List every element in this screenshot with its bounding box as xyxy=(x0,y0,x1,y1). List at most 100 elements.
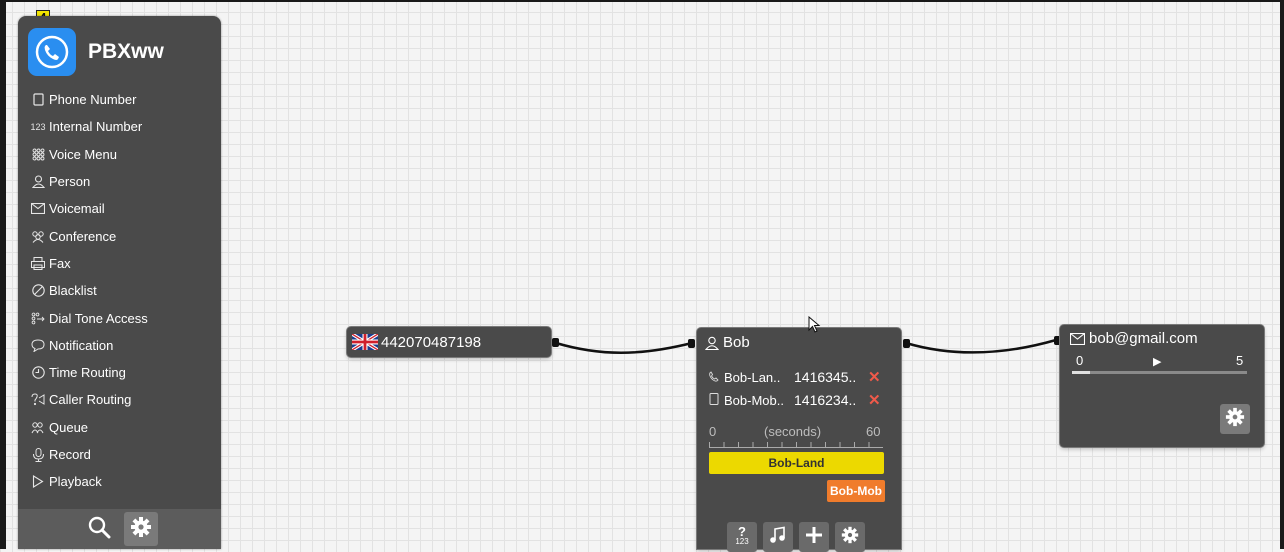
sidebar-item-notification[interactable]: Notification xyxy=(30,332,148,359)
mouse-cursor-icon xyxy=(808,315,822,339)
dial-tone-access-icon xyxy=(30,312,46,325)
ring-bar-bob-land[interactable]: Bob-Land xyxy=(709,452,884,474)
sidebar-item-label: Voicemail xyxy=(49,201,105,217)
sidebar-item-label: Person xyxy=(49,174,91,190)
sidebar-item-record[interactable]: Record xyxy=(30,441,148,468)
settings-button[interactable] xyxy=(123,512,158,546)
sidebar-item-internal-number[interactable]: 123 Internal Number xyxy=(30,113,148,140)
phone-number-icon xyxy=(30,93,46,106)
record-icon xyxy=(30,447,46,462)
uk-flag-icon xyxy=(351,332,379,352)
gear-icon xyxy=(1225,407,1245,432)
sidebar-item-caller-routing[interactable]: Caller Routing xyxy=(30,386,148,413)
sidebar-item-label: Notification xyxy=(49,337,114,353)
search-button[interactable] xyxy=(82,512,116,546)
person-node-toolbar: ? 123 xyxy=(727,522,865,552)
destination-number: 1416234.. xyxy=(794,392,857,408)
sidebar-item-playback[interactable]: Playback xyxy=(30,468,148,495)
voicemail-icon xyxy=(1070,332,1085,345)
play-icon[interactable]: ▶ xyxy=(1153,355,1161,368)
person-icon xyxy=(30,175,46,189)
conference-icon xyxy=(30,230,46,243)
person-node[interactable]: Bob Bob-Lan.. 1416345.. ✕ Bob-Mob.. 1416… xyxy=(697,328,901,552)
person-node-header: Bob xyxy=(705,334,750,351)
notification-icon xyxy=(30,339,46,352)
timeline-ruler xyxy=(709,442,883,448)
person-name: Bob xyxy=(723,334,750,351)
sidebar-item-label: Dial Tone Access xyxy=(49,310,148,326)
destination-number: 1416345.. xyxy=(794,369,857,385)
sidebar-item-label: Queue xyxy=(49,419,89,435)
person-node-input-port[interactable] xyxy=(688,339,695,348)
sidebar-item-blacklist[interactable]: Blacklist xyxy=(30,277,148,304)
voicemail-node-header: bob@gmail.com xyxy=(1070,330,1198,347)
destination-row: Bob-Mob.. 1416234.. ✕ xyxy=(709,391,881,409)
fax-icon xyxy=(30,256,46,270)
playback-progress[interactable] xyxy=(1072,371,1247,374)
sidebar-item-conference[interactable]: Conference xyxy=(30,222,148,249)
music-button[interactable] xyxy=(763,522,793,552)
sidebar-item-label: Playback xyxy=(49,474,102,490)
component-menu: Phone Number 123 Internal Number Voice M… xyxy=(30,86,148,495)
phone-number-value: 442070487198 xyxy=(381,333,482,351)
destination-row: Bob-Lan.. 1416345.. ✕ xyxy=(709,368,881,386)
voice-menu-icon xyxy=(30,148,46,161)
timeline-end: 60 xyxy=(866,424,881,439)
music-note-icon xyxy=(769,526,787,549)
timeline-unit: (seconds) xyxy=(764,424,822,439)
app-name: PBXww xyxy=(88,40,164,63)
phone-number-node[interactable]: 442070487198 xyxy=(347,327,551,357)
brand: PBXww xyxy=(28,28,164,76)
sidebar-item-voice-menu[interactable]: Voice Menu xyxy=(30,141,148,168)
component-sidebar: PBXww Phone Number 123 Internal Number V… xyxy=(18,16,221,549)
mobile-icon xyxy=(709,392,719,408)
sidebar-item-label: Record xyxy=(49,447,91,462)
ring-bar-bob-mob[interactable]: Bob-Mob xyxy=(827,480,885,502)
caller-routing-icon xyxy=(30,393,46,406)
caller-id-icon: ? 123 xyxy=(735,524,749,546)
add-destination-button[interactable] xyxy=(799,522,829,552)
window-top-border xyxy=(0,0,1284,2)
sidebar-item-voicemail[interactable]: Voicemail xyxy=(30,195,148,222)
queue-icon xyxy=(30,421,46,434)
voicemail-node[interactable]: bob@gmail.com 0 ▶ 5 xyxy=(1060,325,1264,447)
range-end: 5 xyxy=(1236,353,1244,368)
internal-number-icon: 123 xyxy=(30,121,46,132)
sidebar-item-label: Conference xyxy=(49,228,117,244)
voicemail-icon xyxy=(30,203,46,215)
sidebar-item-label: Voice Menu xyxy=(49,146,117,162)
window-right-border xyxy=(1280,0,1284,549)
sidebar-item-queue[interactable]: Queue xyxy=(30,414,148,441)
sidebar-item-person[interactable]: Person xyxy=(30,168,148,195)
caller-id-button[interactable]: ? 123 xyxy=(727,522,757,552)
sidebar-item-label: Fax xyxy=(49,255,71,271)
gear-icon xyxy=(130,516,152,543)
person-settings-button[interactable] xyxy=(835,522,865,552)
sidebar-item-label: Phone Number xyxy=(49,92,137,108)
person-node-output-port[interactable] xyxy=(903,339,910,348)
playback-icon xyxy=(30,475,46,489)
sidebar-item-phone-number[interactable]: Phone Number xyxy=(30,86,148,113)
destination-name: Bob-Lan.. xyxy=(724,369,781,385)
plus-icon xyxy=(805,526,823,549)
sidebar-item-dial-tone-access[interactable]: Dial Tone Access xyxy=(30,304,148,331)
sidebar-footer xyxy=(18,509,221,549)
remove-destination-button[interactable]: ✕ xyxy=(868,368,881,386)
sidebar-item-label: Caller Routing xyxy=(49,392,132,408)
sidebar-item-time-routing[interactable]: Time Routing xyxy=(30,359,148,386)
phone-logo-icon xyxy=(28,28,76,76)
range-start: 0 xyxy=(1076,353,1084,368)
person-icon xyxy=(705,336,719,350)
voicemail-settings-button[interactable] xyxy=(1220,404,1250,434)
wire-phone-to-person xyxy=(555,341,693,354)
sidebar-item-label: Blacklist xyxy=(49,283,97,299)
search-icon xyxy=(87,515,111,544)
sidebar-item-label: Time Routing xyxy=(49,365,126,381)
gear-icon xyxy=(841,526,859,549)
sidebar-item-fax[interactable]: Fax xyxy=(30,250,148,277)
playback-progress-fill xyxy=(1072,371,1090,374)
blacklist-icon xyxy=(30,284,46,297)
phone-node-output-port[interactable] xyxy=(552,338,559,347)
remove-destination-button[interactable]: ✕ xyxy=(868,391,881,409)
sidebar-item-label: Internal Number xyxy=(49,119,143,135)
